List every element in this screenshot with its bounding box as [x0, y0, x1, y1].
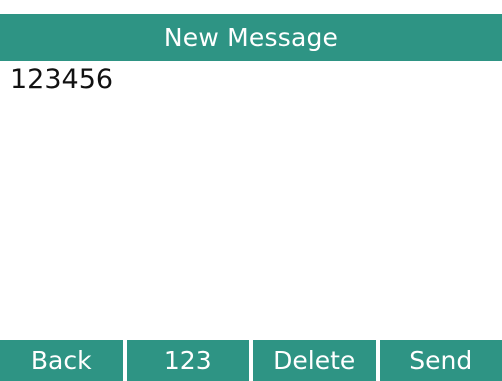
phone-screen: New Message 123456 Back 123 Delete Send [0, 0, 502, 381]
softkey-bar: Back 123 Delete Send [0, 340, 502, 381]
input-mode-button[interactable]: 123 [126, 340, 249, 381]
title-bar: New Message [0, 14, 502, 61]
send-button[interactable]: Send [379, 340, 502, 381]
message-text-input[interactable]: 123456 [10, 63, 492, 333]
delete-button[interactable]: Delete [253, 340, 376, 381]
page-title: New Message [163, 23, 339, 52]
back-button[interactable]: Back [0, 340, 123, 381]
